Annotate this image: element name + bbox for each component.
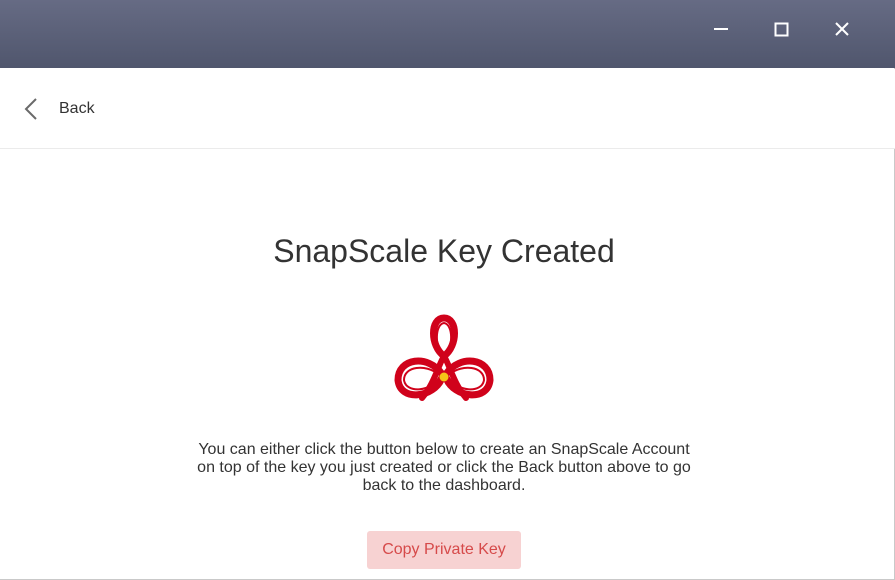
copy-private-key-button[interactable]: Copy Private Key xyxy=(367,531,521,569)
chevron-left-icon xyxy=(24,98,37,120)
minimize-button[interactable] xyxy=(701,9,741,49)
description-text: You can either click the button below to… xyxy=(197,441,691,494)
minimize-icon xyxy=(714,28,728,30)
page-title: SnapScale Key Created xyxy=(273,233,615,269)
maximize-icon xyxy=(774,22,789,37)
close-button[interactable] xyxy=(822,9,862,49)
navigation-bar: Back xyxy=(0,69,895,149)
close-icon xyxy=(835,22,849,36)
back-button[interactable]: Back xyxy=(18,91,95,127)
snapscale-logo xyxy=(394,314,494,401)
title-bar[interactable] xyxy=(0,0,895,68)
back-label: Back xyxy=(59,100,95,117)
app-window: Back SnapScale Key Created You can eithe… xyxy=(0,0,895,580)
maximize-button[interactable] xyxy=(762,9,802,49)
